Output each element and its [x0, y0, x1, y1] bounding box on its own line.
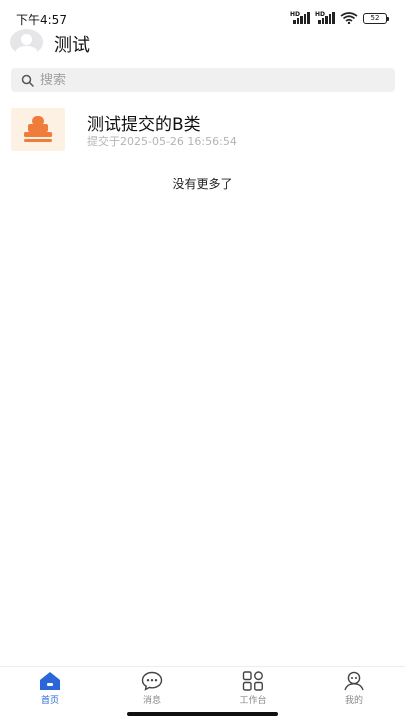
tab-messages-label: 消息 — [142, 696, 161, 706]
home-indicator — [127, 712, 278, 716]
tab-workbench[interactable]: 工作台 — [223, 671, 283, 709]
search-input[interactable] — [40, 72, 360, 88]
search-bar[interactable] — [11, 68, 395, 92]
page-title: 测试 — [54, 35, 90, 56]
grid-icon — [242, 671, 263, 691]
item-thumbnail — [11, 108, 65, 151]
user-icon — [344, 671, 364, 691]
tab-messages[interactable]: 消息 — [122, 671, 182, 709]
no-more-text: 没有更多了 — [172, 177, 233, 191]
tab-mine-label: 我的 — [344, 696, 363, 706]
tab-home-label: 首页 — [40, 696, 59, 706]
chat-icon — [141, 671, 163, 691]
item-subtitle: 提交于2025-05-26 16:56:54 — [87, 135, 237, 148]
tab-mine[interactable]: 我的 — [324, 671, 384, 709]
search-icon — [21, 74, 34, 87]
tab-workbench-label: 工作台 — [239, 696, 267, 706]
header: 测试 — [0, 28, 405, 58]
signal-icon: HD — [290, 11, 310, 24]
status-time: 下午4:57 — [16, 13, 67, 27]
item-title: 测试提交的B类 — [87, 115, 201, 135]
status-icons: HD HD 52 — [290, 11, 389, 24]
list-item[interactable]: 测试提交的B类 提交于2025-05-26 16:56:54 — [0, 104, 405, 156]
avatar[interactable] — [10, 29, 43, 55]
signal-icon-2: HD — [315, 11, 335, 24]
home-icon — [40, 672, 60, 690]
battery-level: 52 — [370, 14, 380, 22]
tab-home[interactable]: 首页 — [20, 671, 80, 709]
wifi-icon — [340, 12, 358, 24]
status-bar: 下午4:57 HD HD 52 — [0, 0, 405, 27]
stamp-icon — [24, 116, 52, 142]
battery-icon: 52 — [363, 12, 389, 24]
